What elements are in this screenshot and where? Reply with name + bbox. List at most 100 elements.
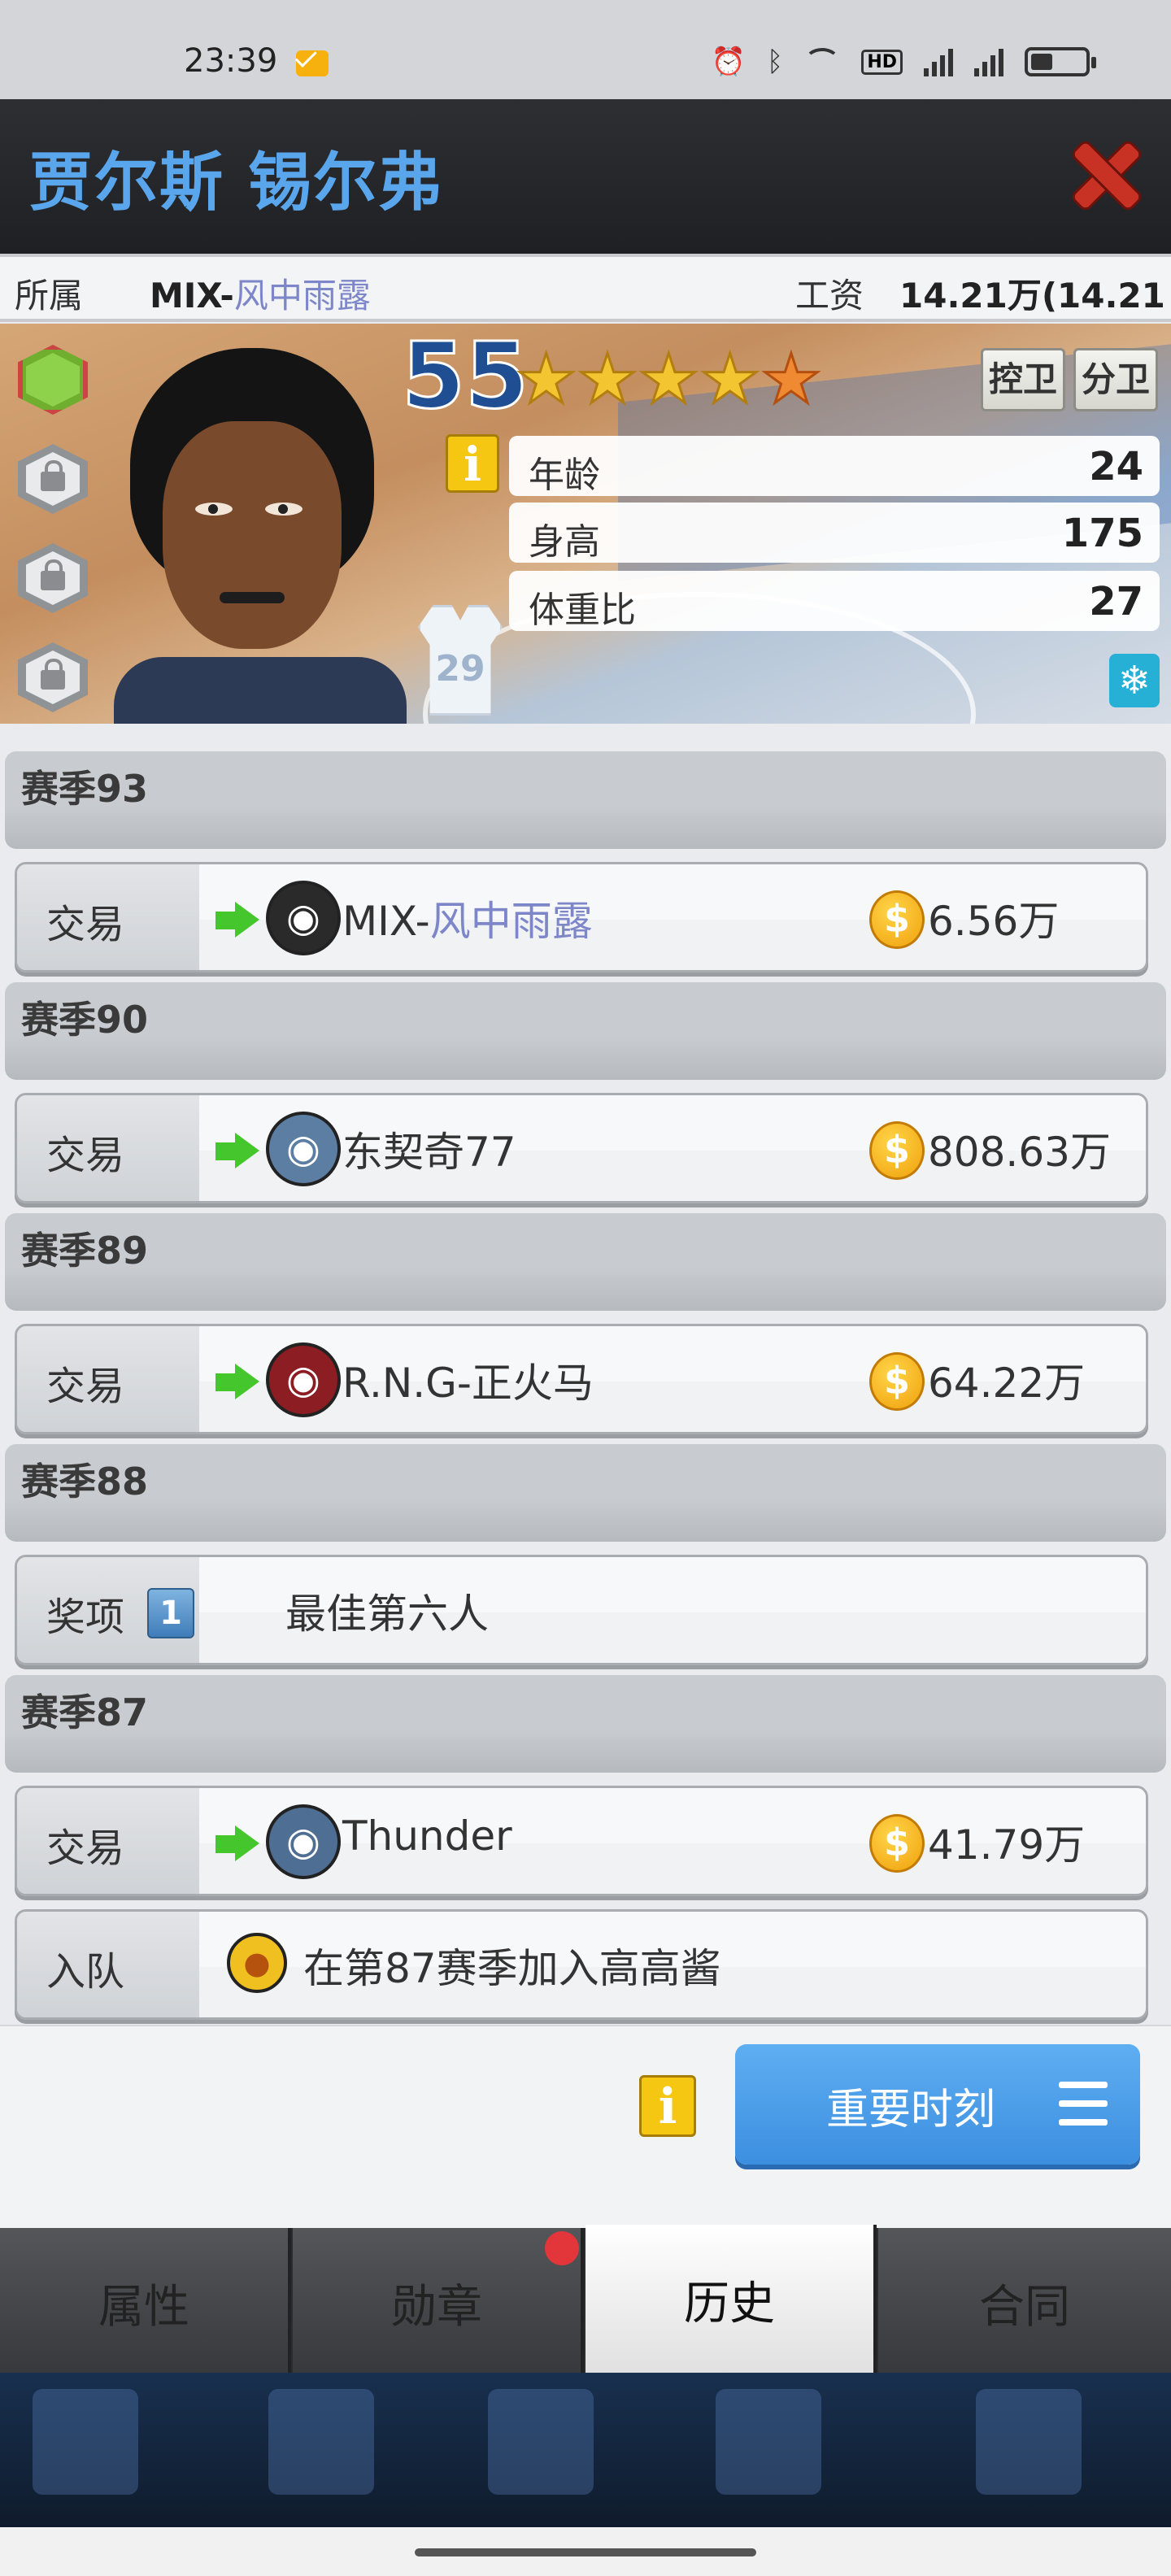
coin-icon: $: [869, 1121, 925, 1180]
battery-icon: [1025, 47, 1096, 76]
team-logo-icon: ◉: [266, 881, 341, 955]
history-entry-trade[interactable]: 交易 ◉ MIX-风中雨露 $6.56万: [15, 862, 1148, 973]
lock-icon: [41, 559, 65, 590]
history-entry-trade[interactable]: 交易 ◉ Thunder $41.79万: [15, 1786, 1148, 1896]
skill-slot-locked[interactable]: [18, 444, 88, 514]
skill-slot-locked[interactable]: [18, 642, 88, 712]
season-header: 赛季88: [5, 1444, 1166, 1542]
coin-icon: $: [869, 1352, 925, 1411]
position-pg-button[interactable]: 控卫: [981, 348, 1065, 411]
season-header: 赛季93: [5, 751, 1166, 849]
arrow-right-icon: [215, 1825, 259, 1861]
info-icon[interactable]: i: [639, 2075, 696, 2137]
skill-slot-locked[interactable]: [18, 543, 88, 613]
history-entry-trade[interactable]: 交易 ◉ R.N.G-正火马 $64.22万: [15, 1324, 1148, 1434]
team-prefix: MIX-: [342, 898, 430, 945]
entry-team[interactable]: R.N.G-正火马: [342, 1351, 594, 1409]
nav-shade-icon: [33, 2389, 138, 2495]
stat-label: 年龄: [529, 455, 600, 496]
lock-icon: [41, 460, 65, 491]
season-title: 赛季88: [21, 1460, 149, 1503]
team-logo-icon: ◉: [266, 1342, 341, 1417]
tab-attributes[interactable]: 属性: [0, 2228, 291, 2373]
season-header: 赛季90: [5, 982, 1166, 1080]
stat-weight-ratio: 体重比 27: [509, 571, 1160, 631]
position-sg-button[interactable]: 分卫: [1073, 348, 1158, 411]
player-rating: 55: [401, 324, 530, 431]
coin-icon: $: [869, 890, 925, 949]
important-moments-label: 重要时刻: [826, 2086, 996, 2134]
tab-contract[interactable]: 合同: [878, 2228, 1171, 2373]
team-logo-icon: ◉: [266, 1804, 341, 1879]
stat-age: 年龄 24: [509, 436, 1160, 496]
team-link[interactable]: 风中雨露: [234, 276, 371, 315]
nav-shade-icon: [268, 2389, 374, 2495]
jersey-number-icon: 29: [418, 605, 503, 716]
snowflake-icon[interactable]: ❄: [1109, 654, 1160, 707]
tab-medals[interactable]: 勋章: [293, 2228, 584, 2373]
action-bar: i 重要时刻: [0, 2025, 1171, 2228]
stat-height: 身高 175: [509, 503, 1160, 563]
coin-icon: $: [869, 1814, 925, 1873]
mail-notification-icon: [296, 50, 329, 76]
team-name: R.N.G-正火马: [342, 1360, 594, 1407]
nav-shade-icon: [976, 2389, 1082, 2495]
entry-type: 奖项: [46, 1595, 125, 1640]
arrow-right-icon: [215, 1133, 259, 1168]
stat-label: 身高: [529, 521, 600, 563]
entry-type: 交易: [46, 1364, 125, 1409]
player-card: 29 55 ★ ★ ★ ★ ★ 控卫 分卫 i 年龄 24 身高 175 体重比 27 …: [0, 324, 1171, 724]
entry-type: 交易: [46, 902, 125, 947]
star-icon: ★: [637, 339, 700, 419]
player-detail-screen: 23:39 ⏰ ᛒ HD 贾尔斯 锡尔弗 所属 MIX-风中雨露 工资 14.2…: [0, 0, 1171, 2576]
team-name: Thunder: [342, 1812, 512, 1860]
entry-team[interactable]: Thunder: [342, 1812, 512, 1860]
trade-amount: 808.63万: [928, 1129, 1111, 1176]
tab-history[interactable]: 历史: [586, 2225, 877, 2374]
hd-icon: HD: [861, 49, 903, 75]
team-label: 所属: [15, 276, 84, 315]
arrow-right-icon: [215, 1364, 259, 1399]
avatar-jersey: [114, 657, 407, 724]
history-list[interactable]: 赛季93 交易 ◉ MIX-风中雨露 $6.56万 赛季90 交易 ◉ 东契奇77 $808.63…: [0, 742, 1171, 2025]
season-header: 赛季89: [5, 1213, 1166, 1311]
history-entry-award[interactable]: 奖项 1 最佳第六人: [15, 1555, 1148, 1665]
skill-slots: [18, 345, 88, 712]
season-title: 赛季90: [21, 998, 149, 1042]
arrow-right-icon: [215, 902, 259, 938]
home-indicator[interactable]: [415, 2548, 756, 2556]
notification-dot: [545, 2231, 579, 2265]
tab-label: 勋章: [391, 2281, 482, 2334]
season-title: 赛季93: [21, 767, 149, 811]
important-moments-button[interactable]: 重要时刻: [735, 2044, 1140, 2165]
menu-icon: [1059, 2082, 1108, 2127]
wifi-icon: [804, 48, 841, 76]
status-bar: 23:39 ⏰ ᛒ HD: [0, 0, 1171, 99]
entry-team[interactable]: MIX-风中雨露: [342, 889, 593, 947]
close-icon[interactable]: [1067, 137, 1145, 215]
join-text: 在第87赛季加入高高酱: [303, 1945, 721, 1992]
team-logo-icon: ◉: [266, 1112, 341, 1186]
trade-amount: 64.22万: [928, 1360, 1086, 1407]
history-entry-trade[interactable]: 交易 ◉ 东契奇77 $808.63万: [15, 1093, 1148, 1203]
team-name: 风中雨露: [429, 898, 593, 945]
award-name: 最佳第六人: [285, 1590, 489, 1638]
entry-type: 交易: [46, 1133, 125, 1178]
position-buttons: 控卫 分卫: [981, 348, 1158, 411]
team-value[interactable]: MIX-风中雨露: [150, 268, 371, 318]
alarm-icon: ⏰: [711, 46, 746, 78]
tab-label: 属性: [98, 2281, 189, 2334]
info-icon[interactable]: i: [446, 434, 499, 493]
season-title: 赛季87: [21, 1690, 149, 1734]
player-name: 贾尔斯 锡尔弗: [29, 146, 444, 220]
skill-slot-active[interactable]: [18, 345, 88, 415]
avatar-face: [163, 421, 342, 649]
gesture-bar-area: [0, 2527, 1171, 2576]
status-time: 23:39: [184, 42, 278, 80]
signal-4g-icon: [974, 47, 1003, 76]
stat-value: 27: [1089, 579, 1143, 624]
season-title: 赛季89: [21, 1229, 149, 1273]
entry-team[interactable]: 东契奇77: [342, 1120, 516, 1178]
signal-5g-icon: [924, 47, 953, 76]
history-entry-join[interactable]: 入队 ● 在第87赛季加入高高酱: [15, 1909, 1148, 2020]
